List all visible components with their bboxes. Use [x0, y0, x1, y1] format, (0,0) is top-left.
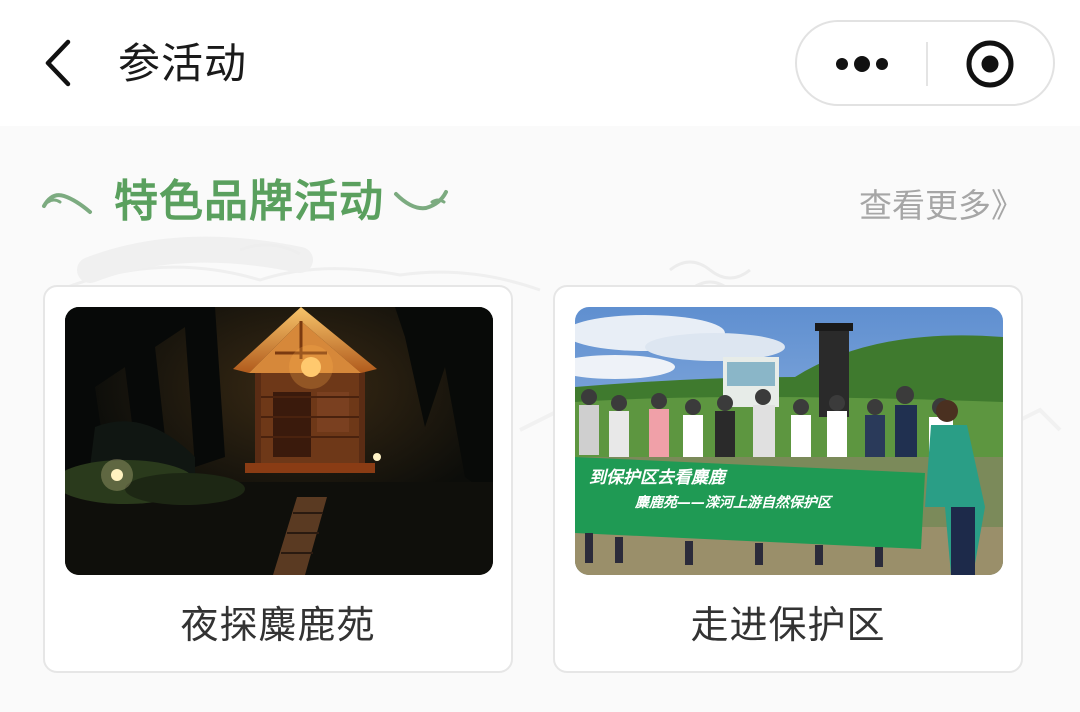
target-circle-icon	[966, 40, 1014, 88]
section-header: 特色品牌活动 查看更多》	[0, 160, 1080, 250]
wave-ornament-icon	[394, 190, 448, 211]
navigation-bar: 参活动	[0, 0, 1080, 126]
chevron-left-icon	[45, 39, 71, 87]
more-dots-icon	[836, 56, 888, 72]
activity-caption: 走进保护区	[690, 603, 886, 647]
activity-photo	[65, 307, 493, 575]
activity-card[interactable]: 到保护区去看麋鹿 麋鹿苑——滦河上游自然保护区 走进保护区	[553, 285, 1023, 673]
activity-caption: 夜探麋鹿苑	[180, 603, 376, 647]
banner-text: 麋鹿苑——滦河上游自然保护区	[634, 494, 834, 511]
activity-photo: 到保护区去看麋鹿 麋鹿苑——滦河上游自然保护区	[575, 307, 1003, 575]
activity-card[interactable]: 夜探麋鹿苑	[43, 285, 513, 673]
section-title: 特色品牌活动	[114, 176, 384, 227]
back-button[interactable]	[36, 36, 86, 90]
see-more-link[interactable]: 查看更多》	[859, 184, 1024, 228]
page-title: 参活动	[118, 39, 248, 88]
wave-ornament-icon	[42, 193, 92, 214]
banner-text: 到保护区去看麋鹿	[589, 468, 728, 488]
mini-program-capsule	[795, 20, 1055, 106]
more-button[interactable]	[797, 22, 926, 104]
close-button[interactable]	[928, 22, 1053, 104]
